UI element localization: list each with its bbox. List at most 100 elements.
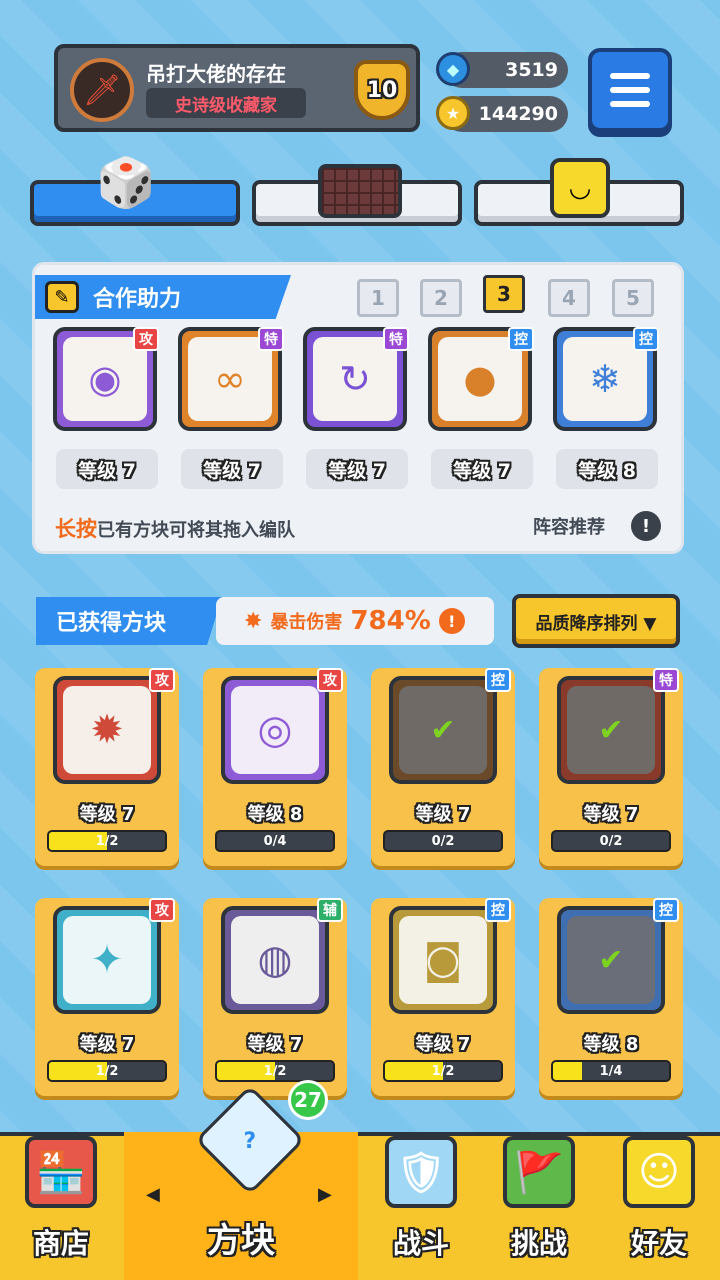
crit-info-icon[interactable]: ! <box>438 608 465 634</box>
block-card[interactable]: ✔ 控 等级 8 1/4 <box>539 898 683 1096</box>
block-face-icon: ◍ <box>231 916 319 1004</box>
team-slot-1[interactable]: 1 <box>357 279 399 317</box>
block-card[interactable]: ✔ 特 等级 7 0/2 <box>539 668 683 866</box>
progress-text: 0/2 <box>599 833 623 849</box>
block-face-icon: ◙ <box>399 916 487 1004</box>
block-level: 等级 7 <box>79 804 135 825</box>
challenge-icon: 🚩 <box>503 1136 575 1208</box>
team-slot-4[interactable]: 4 <box>548 279 590 317</box>
nav-challenge[interactable]: 🚩 挑战 <box>480 1132 598 1280</box>
tip-strong: 长按 <box>55 517 97 541</box>
type-badge: 辅 <box>317 898 343 922</box>
crit-value: 784% <box>350 606 431 636</box>
nav-friends[interactable]: ☺ 好友 <box>600 1132 718 1280</box>
nav-right-arrow-icon[interactable]: ▶ <box>318 1184 332 1205</box>
block-level: 等级 7 <box>247 1034 303 1055</box>
dice-icon: 🎲 <box>96 154 156 211</box>
block-card[interactable]: ◍ 辅 等级 7 1/2 <box>203 898 347 1096</box>
shop-icon: 🏪 <box>25 1136 97 1208</box>
type-badge: 特 <box>653 668 679 692</box>
check-icon: ✔ <box>598 942 624 978</box>
block-face: ✹ <box>53 676 161 784</box>
sort-dropdown[interactable]: 品质降序排列 ▼ <box>512 594 680 648</box>
info-icon[interactable]: ! <box>631 511 661 541</box>
tip-text: 已有方块可将其拖入编队 <box>97 520 295 541</box>
block-face: ◎ <box>221 676 329 784</box>
crit-damage-box: ✸ 暴击伤害 784% ! <box>216 597 494 645</box>
team-member-level: 等级 7 <box>431 449 533 489</box>
progress-text: 1/2 <box>263 1063 287 1079</box>
team-member-level: 等级 7 <box>56 449 158 489</box>
type-badge: 攻 <box>133 327 159 351</box>
block-card[interactable]: ✔ 控 等级 7 0/2 <box>371 668 515 866</box>
pencil-icon[interactable]: ✎ <box>45 281 79 313</box>
team-member-level: 等级 7 <box>181 449 283 489</box>
team-slot-2[interactable]: 2 <box>420 279 462 317</box>
type-badge: 特 <box>258 327 284 351</box>
upgrade-progress-bar: 1/2 <box>47 830 167 852</box>
block-face: ◍ <box>221 906 329 1014</box>
block-level: 等级 7 <box>415 1034 471 1055</box>
menu-button[interactable] <box>588 48 672 132</box>
board-icon <box>318 164 402 218</box>
gem-icon: ◆ <box>436 52 470 86</box>
block-level: 等级 8 <box>583 1034 639 1055</box>
block-face: ✔ <box>557 676 665 784</box>
check-icon: ✔ <box>598 712 624 748</box>
smiley-block-icon: ◡ <box>550 158 610 218</box>
block-face: ◙ <box>389 906 497 1014</box>
upgrade-progress-bar: 1/4 <box>551 1060 671 1082</box>
block-face-icon: ✔ <box>399 686 487 774</box>
block-face: ✔ <box>557 906 665 1014</box>
sword-avatar-icon: 🗡 <box>70 58 134 122</box>
nav-battle[interactable]: 🛡 战斗 <box>362 1132 480 1280</box>
progress-text: 1/2 <box>431 1063 455 1079</box>
player-name: 吊打大佬的存在 <box>146 62 286 86</box>
progress-text: 1/4 <box>599 1063 623 1079</box>
type-badge: 控 <box>633 327 659 351</box>
block-face-icon: ✔ <box>567 686 655 774</box>
crit-icon: ✸ <box>244 608 263 634</box>
progress-text: 0/4 <box>263 833 287 849</box>
block-face: ✦ <box>53 906 161 1014</box>
coin-icon: ★ <box>436 96 470 130</box>
block-level: 等级 7 <box>583 804 639 825</box>
recommend-label[interactable]: 阵容推荐 <box>533 513 605 539</box>
type-badge: 控 <box>508 327 534 351</box>
block-card[interactable]: ◙ 控 等级 7 1/2 <box>371 898 515 1096</box>
nav-battle-label: 战斗 <box>392 1227 449 1260</box>
block-face: ✔ <box>389 676 497 784</box>
player-title: 史诗级收藏家 <box>146 88 306 118</box>
team-slot-5[interactable]: 5 <box>612 279 654 317</box>
rank-badge: 10 <box>354 60 410 120</box>
upgrade-progress-bar: 1/2 <box>47 1060 167 1082</box>
nav-shop[interactable]: 🏪 商店 <box>0 1132 122 1280</box>
progress-text: 1/2 <box>95 1063 119 1079</box>
nav-left-arrow-icon[interactable]: ◀ <box>146 1184 160 1205</box>
profile-card[interactable]: 🗡 吊打大佬的存在 史诗级收藏家 10 <box>54 44 420 132</box>
new-count-badge: 27 <box>288 1080 328 1120</box>
type-badge: 攻 <box>317 668 343 692</box>
block-face-icon: ✦ <box>63 916 151 1004</box>
block-face-icon: ✹ <box>63 686 151 774</box>
block-card[interactable]: ◎ 攻 等级 8 0/4 <box>203 668 347 866</box>
type-badge: 控 <box>653 898 679 922</box>
friends-icon: ☺ <box>623 1136 695 1208</box>
nav-friends-label: 好友 <box>630 1227 687 1260</box>
block-level: 等级 7 <box>415 804 471 825</box>
block-level: 等级 8 <box>247 804 303 825</box>
team-panel: 合作助力 ✎ 1 2 3 4 5 ◉ 攻等级 7 ∞ 特等级 7 ↻ 特等级 7 ● 控等级 … <box>32 262 684 554</box>
nav-block-label: 方块 <box>207 1221 275 1261</box>
block-card[interactable]: ✹ 攻 等级 7 1/2 <box>35 668 179 866</box>
drag-tip: 长按已有方块可将其拖入编队 <box>55 513 295 543</box>
owned-title: 已获得方块 <box>36 597 222 645</box>
battle-icon: 🛡 <box>385 1136 457 1208</box>
upgrade-progress-bar: 1/2 <box>215 1060 335 1082</box>
block-level: 等级 7 <box>79 1034 135 1055</box>
team-slot-3[interactable]: 3 <box>483 275 525 313</box>
progress-text: 0/2 <box>431 833 455 849</box>
upgrade-progress-bar: 0/2 <box>551 830 671 852</box>
type-badge: 攻 <box>149 668 175 692</box>
block-card[interactable]: ✦ 攻 等级 7 1/2 <box>35 898 179 1096</box>
block-face-icon: ◎ <box>231 686 319 774</box>
